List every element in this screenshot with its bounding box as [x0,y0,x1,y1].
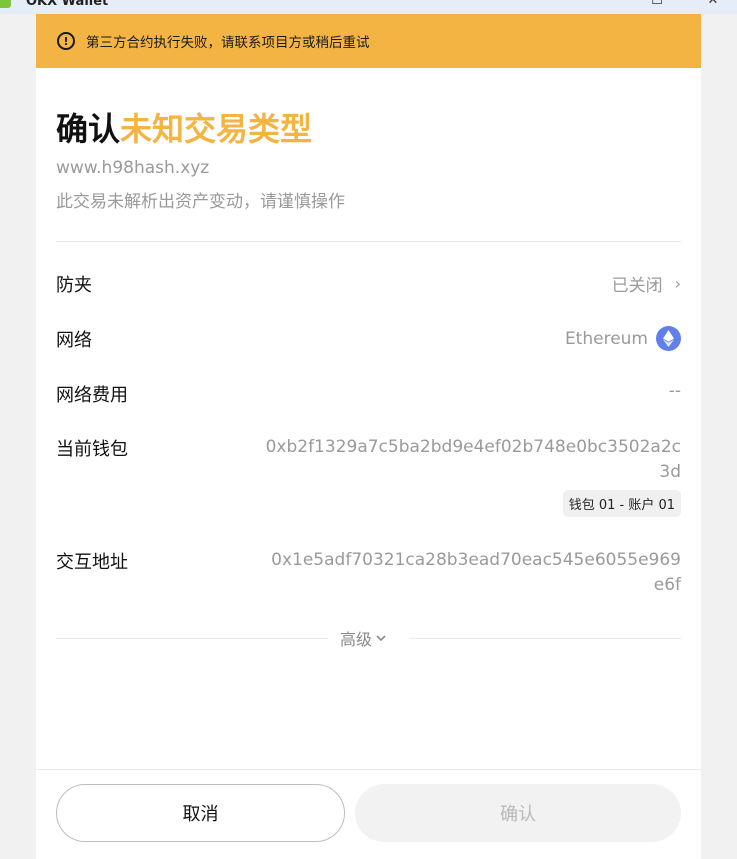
interact-address-label: 交互地址 [56,552,128,573]
network-fee-label: 网络费用 [56,385,128,406]
advanced-divider-left [56,638,328,639]
network-value: Ethereum [564,328,648,349]
warning-banner: ! 第三方合约执行失败，请联系项目方或稍后重试 [36,14,701,68]
network-label: 网络 [56,330,92,351]
title-prefix: 确认 [56,110,121,148]
anti-sandwich-value: 已关闭 [611,276,663,296]
warning-text: 第三方合约执行失败，请联系项目方或稍后重试 [86,35,370,51]
window-titlebar: OKX Wallet ☐ ✕ [0,0,737,14]
anti-sandwich-label: 防夹 [56,275,92,296]
chevron-right-icon: › [674,274,681,293]
network-value-group: Ethereum [565,326,681,351]
current-wallet-label: 当前钱包 [56,439,128,460]
cancel-button[interactable]: 取消 [56,784,345,842]
advanced-toggle[interactable]: 高级 [340,626,387,650]
page-title: 确认未知交易类型 [56,106,312,152]
advanced-divider-right [409,638,681,639]
current-wallet-address: 0xb2f1329a7c5ba2bd9e4ef02b748e0bc3502a2c… [265,437,681,482]
anti-sandwich-setting[interactable]: 已关闭 › [612,271,681,296]
dapp-site-url: www.h98hash.xyz [56,158,210,178]
header-divider [56,241,681,242]
ethereum-icon [656,326,681,351]
wallet-account-badge: 钱包 01 - 账户 01 [562,490,681,517]
warning-icon: ! [57,32,75,50]
maximize-icon[interactable]: ☐ [647,0,667,9]
window-title: OKX Wallet [26,0,109,9]
chevron-down-icon [376,635,386,642]
close-icon[interactable]: ✕ [703,0,723,9]
app-logo-icon [0,0,11,8]
advanced-label: 高级 [340,630,373,649]
title-accent: 未知交易类型 [120,110,313,148]
advanced-section: 高级 [36,626,701,650]
network-fee-value: -- [668,381,681,401]
confirm-transaction-panel: ! 第三方合约执行失败，请联系项目方或稍后重试 确认未知交易类型 www.h98… [36,14,701,859]
interact-address-value[interactable]: 0x1e5adf70321ca28b3ead70eac545e6055e969e… [261,548,681,598]
confirm-button[interactable]: 确认 [355,784,681,842]
page-subtitle: 此交易未解析出资产变动，请谨慎操作 [56,192,345,212]
footer-divider [36,769,701,770]
